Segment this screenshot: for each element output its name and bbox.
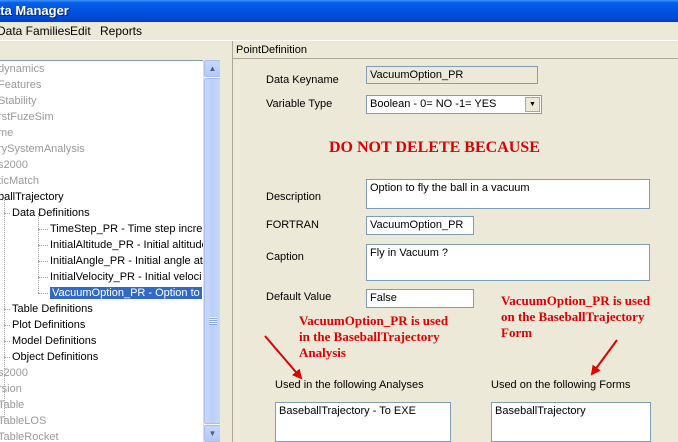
form-annotation-line-3: Form (501, 325, 533, 340)
tree-item[interactable]: me (0, 125, 13, 141)
menu-data-families[interactable]: Data Families (0, 24, 70, 39)
dropdown-arrow-icon[interactable]: ▼ (525, 97, 540, 112)
tree-item[interactable]: s2000 (0, 157, 28, 173)
tree-connector-line (38, 277, 48, 278)
tree-item[interactable]: Plot Definitions (12, 317, 85, 333)
tree-item[interactable]: Object Definitions (12, 349, 98, 365)
menu-edit[interactable]: Edit (70, 24, 91, 39)
grip-icon (209, 317, 217, 325)
tree-scrollbar[interactable]: ▲ ▼ (203, 60, 221, 442)
menu-reports[interactable]: Reports (100, 24, 142, 39)
tree-item-label: rstFuzeSim (0, 111, 54, 123)
data-keyname-label: Data Keyname (266, 74, 339, 86)
tree-item-label: TableRocket (0, 431, 59, 442)
up-arrow-icon: ▲ (208, 64, 217, 73)
tree-item[interactable]: dynamics (0, 61, 44, 77)
tree-item-label: ticMatch (0, 175, 39, 187)
scroll-thumb[interactable] (204, 78, 221, 424)
tree-item-label: VacuumOption_PR - Option to (50, 287, 202, 299)
tree-item[interactable]: ticMatch (0, 173, 39, 189)
description-field[interactable]: Option to fly the ball in a vacuum (366, 179, 650, 209)
tree-item-label: s2000 (0, 159, 28, 171)
analysis-annotation-line-3: Analysis (299, 345, 346, 360)
forms-label: Used on the following Forms (491, 379, 631, 391)
caption-field[interactable]: Fly in Vacuum ? (366, 244, 650, 281)
tree-connector-line (38, 293, 48, 294)
tree-item-label: dynamics (0, 63, 45, 75)
form-annotation: VacuumOption_PR is used on the BaseballT… (501, 293, 650, 341)
window-title-bar[interactable]: ata Manager (0, 0, 678, 22)
tree-item-label: Features (0, 79, 42, 91)
tree-connector-line (38, 245, 48, 246)
analyses-list[interactable]: BaseballTrajectory - To EXE (275, 402, 451, 442)
tree-connector-line (38, 261, 48, 262)
scroll-down-button[interactable]: ▼ (204, 425, 221, 442)
variable-type-select[interactable]: Boolean - 0= NO -1= YES ▼ (366, 95, 542, 114)
window-title: ata Manager (0, 3, 69, 18)
analysis-annotation-line-1: VacuumOption_PR is used (299, 313, 449, 328)
tree-item[interactable]: TableLOS (0, 413, 46, 429)
data-family-tree[interactable]: dynamics Features Stability rstFuzeSim me ryS… (0, 60, 220, 442)
tree-item[interactable]: VacuumOption_PR - Option to (50, 285, 202, 301)
down-arrow-icon: ▼ (208, 429, 217, 438)
analysis-annotation-line-2: in the BaseballTrajectory (299, 329, 440, 344)
fortran-field[interactable]: VacuumOption_PR (366, 216, 474, 235)
tree-connector-line (4, 357, 10, 358)
tree-item[interactable]: ballTrajectory (0, 189, 64, 205)
menu-bar: Data Families Edit Reports (0, 22, 678, 41)
analysis-annotation: VacuumOption_PR is used in the BaseballT… (299, 313, 448, 361)
tree-item[interactable]: TimeStep_PR - Time step incre (50, 221, 202, 237)
tree-item[interactable]: TableRocket (0, 429, 59, 442)
tree-item[interactable]: Stability (0, 93, 37, 109)
tree-connector-line (38, 229, 48, 230)
warning-annotation: DO NOT DELETE BECAUSE (329, 139, 540, 156)
pane-splitter[interactable] (220, 41, 232, 442)
tree-item-label: Plot Definitions (12, 319, 86, 331)
tree-item-label: Model Definitions (12, 335, 97, 347)
tree-item[interactable]: rstFuzeSim (0, 109, 54, 125)
tree-item-label: ballTrajectory (0, 191, 64, 203)
tree-connector-line (4, 325, 10, 326)
tree-item-label: InitialAltitude_PR - Initial altitude (50, 239, 208, 251)
variable-type-value: Boolean - 0= NO -1= YES (370, 98, 497, 110)
default-value-field[interactable]: False (366, 289, 474, 308)
tree-connector-line (4, 309, 10, 310)
tree-connector-line (4, 341, 10, 342)
tree-item-label: Stability (0, 95, 37, 107)
tree-connector-line (38, 213, 39, 293)
tree-item[interactable]: rySystemAnalysis (0, 141, 85, 157)
tree-item[interactable]: Data Definitions (12, 205, 90, 221)
scroll-up-button[interactable]: ▲ (204, 60, 221, 77)
tree-item[interactable]: InitialAltitude_PR - Initial altitude (50, 237, 208, 253)
caption-label: Caption (266, 251, 304, 263)
panel-header: PointDefinition (233, 41, 678, 59)
form-annotation-line-1: VacuumOption_PR is used (501, 293, 651, 308)
tree-item-label: rySystemAnalysis (0, 143, 85, 155)
tree-connector-line (4, 213, 10, 214)
data-keyname-field: VacuumOption_PR (366, 66, 538, 84)
tree-item[interactable]: Features (0, 77, 41, 93)
point-definition-panel: PointDefinition Data Keyname VacuumOptio… (232, 41, 678, 442)
description-label: Description (266, 191, 322, 203)
fortran-label: FORTRAN (266, 219, 319, 231)
tree-item-label: TimeStep_PR - Time step incre (50, 223, 203, 235)
tree-item-label: InitialAngle_PR - Initial angle at (50, 255, 203, 267)
form-annotation-line-2: on the BaseballTrajectory (501, 309, 645, 324)
tree-item-label: Table Definitions (12, 303, 93, 315)
tree-item[interactable]: InitialVelocity_PR - Initial veloci (50, 269, 202, 285)
tree-item-label: me (0, 127, 14, 139)
default-value-label: Default Value (266, 291, 332, 303)
forms-list[interactable]: BaseballTrajectory (491, 402, 651, 442)
tree-item-label: InitialVelocity_PR - Initial veloci (50, 271, 202, 283)
tree-item[interactable]: InitialAngle_PR - Initial angle at (50, 253, 203, 269)
tree-item-label: Data Definitions (12, 207, 90, 219)
analyses-label: Used in the following Analyses (275, 379, 424, 391)
tree-item[interactable]: Table Definitions (12, 301, 93, 317)
variable-type-label: Variable Type (266, 98, 333, 110)
tree-item[interactable]: Model Definitions (12, 333, 96, 349)
tree-item-label: TableLOS (0, 415, 47, 427)
tree-item-label: Object Definitions (12, 351, 99, 363)
